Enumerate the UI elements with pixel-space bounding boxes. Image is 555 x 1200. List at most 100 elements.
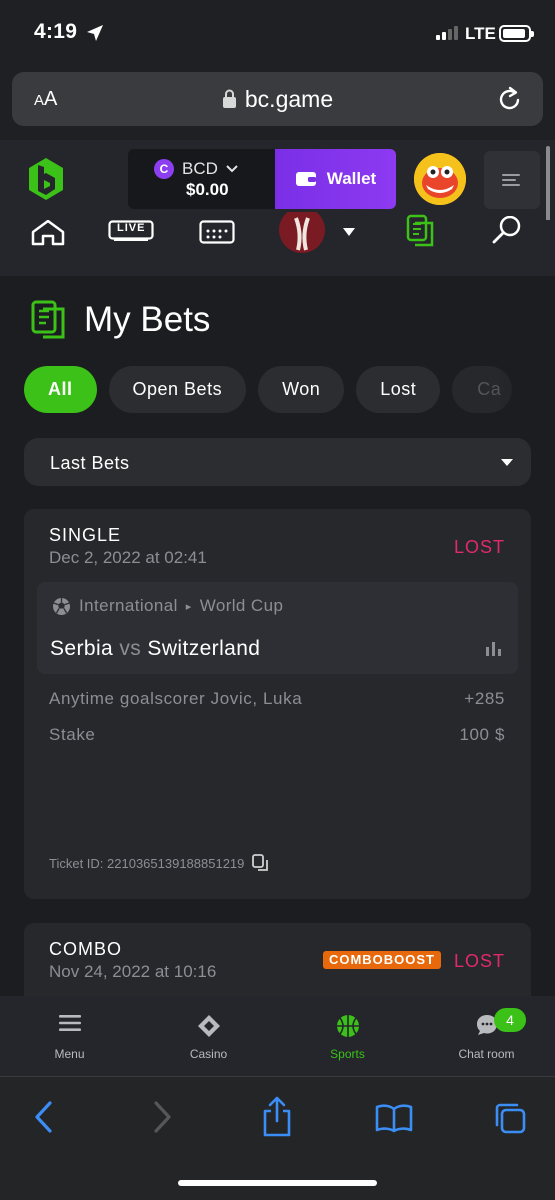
tab-casino[interactable]: Casino xyxy=(139,996,278,1076)
wallet-button[interactable]: Wallet xyxy=(275,149,396,209)
bar-chart-icon[interactable] xyxy=(485,640,503,656)
breadcrumb-separator-icon: ▸ xyxy=(185,600,192,613)
tab-label: Chat room xyxy=(458,1047,515,1061)
tab-label: Sports xyxy=(330,1047,365,1061)
stake-label: Stake xyxy=(49,725,96,744)
url-display[interactable]: bc.game xyxy=(12,86,543,113)
balance-amount: $0.00 xyxy=(186,180,229,199)
filter-all[interactable]: All xyxy=(24,366,97,413)
ticket-id-row: Ticket ID: 2210365139188851219 xyxy=(49,854,270,872)
user-avatar[interactable] xyxy=(414,153,466,205)
nav-live[interactable]: LIVE xyxy=(108,220,154,247)
bottom-tab-bar: Menu Casino Sports Chat room xyxy=(0,996,555,1076)
bc-game-logo[interactable] xyxy=(26,156,66,202)
search-icon xyxy=(492,215,521,244)
site-header: C BCD $0.00 Wallet xyxy=(0,140,555,220)
network-type: LTE xyxy=(465,24,496,43)
nav-calendar[interactable] xyxy=(199,220,235,249)
caret-down-icon xyxy=(343,228,355,236)
team-home: Serbia xyxy=(50,637,114,660)
bet-card[interactable]: COMBO Nov 24, 2022 at 10:16 COMBOBOOST L… xyxy=(24,923,531,996)
bcd-coin-icon: C xyxy=(154,159,174,179)
bet-date: Dec 2, 2022 at 02:41 xyxy=(49,548,207,567)
stake-row: Stake 100 $ xyxy=(49,725,505,745)
filter-open-bets[interactable]: Open Bets xyxy=(108,366,247,413)
address-bar[interactable]: AA bc.game xyxy=(12,72,543,126)
tabs-icon[interactable] xyxy=(493,1101,527,1135)
currency-code: BCD xyxy=(182,159,218,178)
chevron-down-icon xyxy=(226,165,238,173)
filter-won[interactable]: Won xyxy=(258,366,345,413)
bet-type: SINGLE xyxy=(49,525,122,545)
copy-icon[interactable] xyxy=(252,854,270,872)
comboboost-badge: COMBOBOOST xyxy=(322,951,441,969)
market-row: Anytime goalscorer Jovic, Luka +285 xyxy=(49,689,505,709)
bet-status: LOST xyxy=(453,537,505,557)
league-name: International xyxy=(79,596,178,615)
live-label: LIVE xyxy=(117,222,146,234)
forward-icon[interactable] xyxy=(152,1099,174,1135)
bookmarks-icon[interactable] xyxy=(375,1103,413,1133)
status-time: 4:19 xyxy=(34,20,78,43)
vs-label: vs xyxy=(119,637,142,660)
nav-search[interactable] xyxy=(490,215,524,249)
dino-avatar-icon xyxy=(414,153,466,205)
tab-label: Menu xyxy=(54,1047,85,1061)
bet-period-select[interactable]: Last Bets xyxy=(24,438,531,486)
odds-value: +285 xyxy=(464,689,505,708)
chat-notification-badge: 4 xyxy=(494,1008,526,1032)
caret-down-icon xyxy=(501,459,513,466)
select-value: Last Bets xyxy=(50,453,130,473)
my-bets-page: My Bets All Open Bets Won Lost Ca Last B… xyxy=(0,276,555,996)
market-label: Anytime goalscorer Jovic, Luka xyxy=(49,689,303,708)
stake-value: 100 $ xyxy=(459,725,505,744)
reload-icon[interactable] xyxy=(497,85,523,113)
browser-address-area: AA bc.game xyxy=(0,64,555,140)
battery-icon xyxy=(499,25,534,42)
list-menu-icon xyxy=(502,174,520,186)
soccer-ball-icon xyxy=(53,597,70,615)
tab-menu[interactable]: Menu xyxy=(0,996,139,1076)
tab-chat-room[interactable]: Chat room xyxy=(417,996,555,1076)
location-arrow-icon xyxy=(87,25,103,41)
bet-status: LOST xyxy=(453,951,505,971)
bet-card[interactable]: SINGLE Dec 2, 2022 at 02:41 LOST Interna… xyxy=(24,509,531,899)
nav-home[interactable] xyxy=(30,219,66,251)
cellular-signal-icon xyxy=(436,26,458,40)
nav-my-bets[interactable] xyxy=(405,214,439,253)
wallet-label: Wallet xyxy=(326,169,377,188)
filter-fade-edge xyxy=(495,366,555,413)
bet-type: COMBO xyxy=(49,939,123,959)
back-icon[interactable] xyxy=(32,1099,54,1135)
site-menu-button[interactable] xyxy=(484,151,540,209)
bet-filter-tabs: All Open Bets Won Lost Ca xyxy=(24,366,513,413)
competition-name: World Cup xyxy=(199,596,284,615)
my-bets-icon xyxy=(31,300,65,339)
wallet-icon xyxy=(295,172,316,186)
nav-world-cup[interactable] xyxy=(278,207,326,259)
casino-cards-icon xyxy=(197,1015,220,1037)
match-box[interactable]: International ▸ World Cup Serbia vs Swit… xyxy=(37,582,518,674)
tab-label: Casino xyxy=(189,1047,228,1061)
share-icon[interactable] xyxy=(261,1095,293,1137)
match-teams: Serbia vs Switzerland xyxy=(50,637,260,661)
calendar-icon xyxy=(199,220,235,244)
ios-status-bar: 4:19 LTE xyxy=(0,0,555,64)
page-title: My Bets xyxy=(84,300,211,339)
world-cup-icon xyxy=(279,207,325,253)
url-text: bc.game xyxy=(244,86,334,112)
team-away: Switzerland xyxy=(147,637,261,660)
home-indicator[interactable] xyxy=(178,1180,377,1186)
tab-sports[interactable]: Sports xyxy=(278,996,417,1076)
currency-selector[interactable]: C BCD $0.00 xyxy=(128,149,275,209)
basketball-icon xyxy=(336,1015,359,1037)
site-nav-row: LIVE xyxy=(0,207,555,276)
league-line: International ▸ World Cup xyxy=(52,596,283,616)
lock-icon xyxy=(222,89,236,108)
hamburger-menu-icon xyxy=(58,1015,81,1031)
filter-lost[interactable]: Lost xyxy=(356,366,441,413)
nav-dropdown[interactable] xyxy=(342,224,356,242)
home-icon xyxy=(31,219,65,246)
bet-date: Nov 24, 2022 at 10:16 xyxy=(49,962,217,981)
bets-slip-icon xyxy=(406,214,434,247)
